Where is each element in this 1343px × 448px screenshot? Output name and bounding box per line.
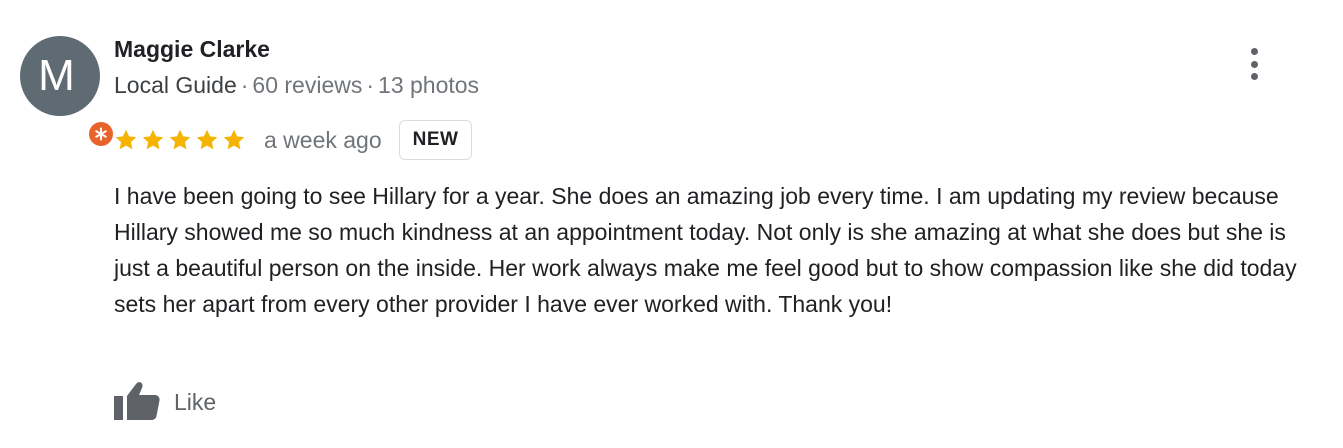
star-icon bbox=[141, 128, 165, 152]
review-time: a week ago bbox=[264, 126, 382, 153]
reviewer-meta: Local Guide · 60 reviews · 13 photos bbox=[114, 72, 479, 99]
rating-row: a week ago NEW bbox=[114, 119, 473, 161]
star-icon bbox=[114, 128, 138, 152]
review-count: 60 reviews bbox=[252, 72, 363, 98]
star-icon bbox=[195, 128, 219, 152]
star-icon bbox=[222, 128, 246, 152]
photo-count: 13 photos bbox=[378, 72, 480, 98]
reviewer-name[interactable]: Maggie Clarke bbox=[114, 36, 270, 63]
more-vert-icon-dot bbox=[1250, 60, 1258, 68]
avatar[interactable]: M bbox=[20, 36, 116, 149]
review-text: I have been going to see Hillary for a y… bbox=[114, 183, 1297, 317]
review-card: M Maggie Clarke Local Guide · 60 reviews · 1… bbox=[0, 0, 1343, 448]
new-badge: NEW bbox=[398, 120, 473, 160]
local-guide-label: Local Guide bbox=[114, 72, 237, 98]
thumbs-up-icon bbox=[114, 380, 160, 425]
local-guide-badge-icon bbox=[86, 119, 116, 149]
like-label: Like bbox=[174, 388, 217, 415]
separator: · bbox=[366, 72, 375, 98]
more-options-button[interactable] bbox=[1238, 44, 1270, 84]
more-vert-icon bbox=[1250, 48, 1258, 55]
like-button[interactable]: Like bbox=[114, 380, 216, 424]
star-icon bbox=[168, 128, 192, 152]
more-vert-icon-dot bbox=[1250, 73, 1258, 80]
separator: · bbox=[240, 72, 249, 98]
avatar-initial: M bbox=[38, 51, 75, 100]
star-rating bbox=[114, 128, 246, 152]
